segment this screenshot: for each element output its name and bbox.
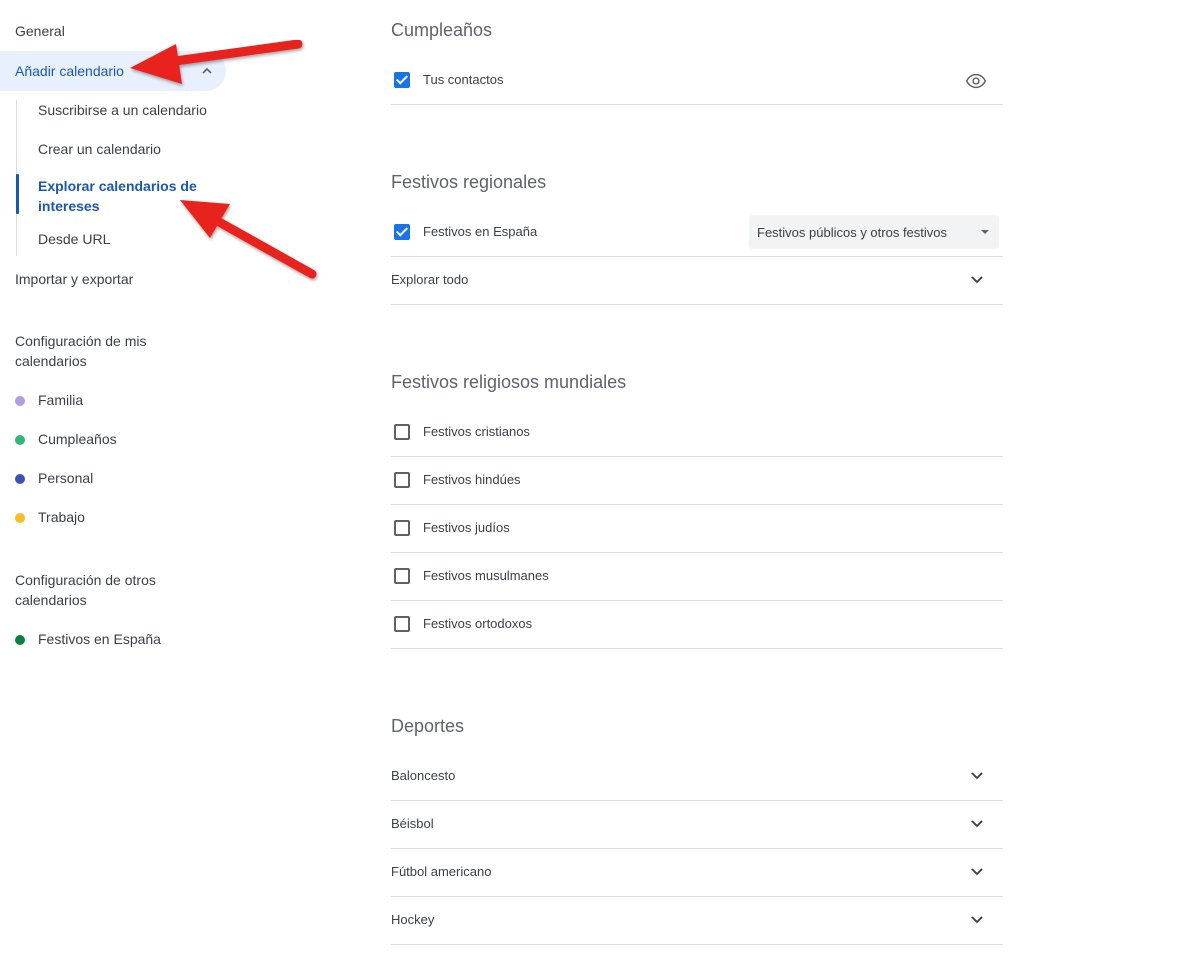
row-label: Baloncesto — [391, 768, 456, 783]
row-religious-4: Festivos ortodoxos — [391, 601, 1003, 649]
row-sport-2[interactable]: Fútbol americano — [391, 849, 1003, 897]
row-festivos-espana: Festivos en España Festivos públicos y o… — [391, 209, 1003, 257]
row-religious-0: Festivos cristianos — [391, 409, 1003, 457]
calendar-color-dot — [15, 635, 25, 645]
section-title-religious: Festivos religiosos mundiales — [391, 372, 627, 392]
checkbox-muslim[interactable] — [394, 568, 410, 584]
row-label: Fútbol americano — [391, 864, 492, 879]
section-title-sports: Deportes — [391, 716, 465, 736]
calendar-color-dot — [15, 513, 25, 523]
section-title-birthdays: Cumpleaños — [391, 20, 493, 40]
holiday-type-select[interactable]: Festivos públicos y otros festivos — [749, 215, 999, 249]
calendar-item-familia[interactable]: Familia — [15, 392, 83, 408]
sidebar-item-import-export[interactable]: Importar y exportar — [0, 259, 133, 299]
row-sport-3[interactable]: Hockey — [391, 897, 1003, 945]
select-value: Festivos públicos y otros festivos — [757, 225, 948, 240]
sidebar-item-label: Añadir calendario — [15, 63, 124, 79]
row-religious-1: Festivos hindúes — [391, 457, 1003, 505]
eye-icon[interactable] — [965, 70, 987, 92]
calendar-item-festivos-espana[interactable]: Festivos en España — [15, 631, 161, 647]
dropdown-arrow-icon — [981, 230, 989, 234]
calendar-name: Trabajo — [38, 509, 85, 525]
row-label: Festivos judíos — [423, 520, 510, 535]
row-label: Festivos hindúes — [423, 472, 521, 487]
calendar-item-cumpleanos[interactable]: Cumpleaños — [15, 431, 117, 447]
row-explore-all[interactable]: Explorar todo — [391, 257, 1003, 305]
row-religious-3: Festivos musulmanes — [391, 553, 1003, 601]
row-label: Festivos en España — [423, 224, 538, 239]
checkbox-jewish[interactable] — [394, 520, 410, 536]
checkbox-contacts[interactable] — [394, 72, 410, 88]
row-label: Tus contactos — [423, 72, 504, 87]
row-label: Festivos cristianos — [423, 424, 530, 439]
submenu-active-indicator — [16, 174, 19, 214]
row-sport-0[interactable]: Baloncesto — [391, 753, 1003, 801]
calendar-name: Cumpleaños — [38, 431, 117, 447]
row-religious-2: Festivos judíos — [391, 505, 1003, 553]
checkbox-festivos-espana[interactable] — [394, 224, 410, 240]
sidebar-item-add-calendar[interactable]: Añadir calendario — [0, 51, 226, 91]
settings-sidebar: General Añadir calendario Suscribirse a … — [0, 0, 240, 959]
chevron-down-icon[interactable] — [967, 269, 987, 289]
settings-main: Cumpleaños Tus contactos Festivos region… — [391, 0, 1003, 959]
calendar-name: Familia — [38, 392, 84, 408]
calendar-item-personal[interactable]: Personal — [15, 470, 93, 486]
chevron-down-icon[interactable] — [967, 909, 987, 929]
other-calendars-heading: Configuración de otros calendarios — [15, 572, 156, 608]
subitem-subscribe[interactable]: Suscribirse a un calendario — [38, 102, 207, 118]
row-contacts-birthdays: Tus contactos — [391, 57, 1003, 105]
subitem-create[interactable]: Crear un calendario — [38, 141, 161, 157]
row-sport-1[interactable]: Béisbol — [391, 801, 1003, 849]
sidebar-item-general[interactable]: General — [0, 11, 65, 51]
row-label: Explorar todo — [391, 272, 469, 287]
subitem-from-url[interactable]: Desde URL — [38, 231, 110, 247]
section-title-regional: Festivos regionales — [391, 172, 547, 192]
chevron-down-icon[interactable] — [967, 861, 987, 881]
calendar-item-trabajo[interactable]: Trabajo — [15, 509, 85, 525]
chevron-down-icon[interactable] — [967, 765, 987, 785]
calendar-color-dot — [15, 435, 25, 445]
calendar-color-dot — [15, 396, 25, 406]
calendar-name: Festivos en España — [38, 631, 161, 647]
row-label: Hockey — [391, 912, 435, 927]
row-label: Festivos musulmanes — [423, 568, 549, 583]
chevron-up-icon — [201, 51, 213, 91]
my-calendars-heading: Configuración de mis calendarios — [15, 333, 147, 369]
calendar-color-dot — [15, 474, 25, 484]
checkbox-hindu[interactable] — [394, 472, 410, 488]
chevron-down-icon[interactable] — [967, 813, 987, 833]
checkbox-christian[interactable] — [394, 424, 410, 440]
subitem-explore-interests[interactable]: Explorar calendarios de intereses — [38, 176, 208, 216]
row-label: Béisbol — [391, 816, 434, 831]
calendar-name: Personal — [38, 470, 94, 486]
row-label: Festivos ortodoxos — [423, 616, 533, 631]
checkbox-orthodox[interactable] — [394, 616, 410, 632]
